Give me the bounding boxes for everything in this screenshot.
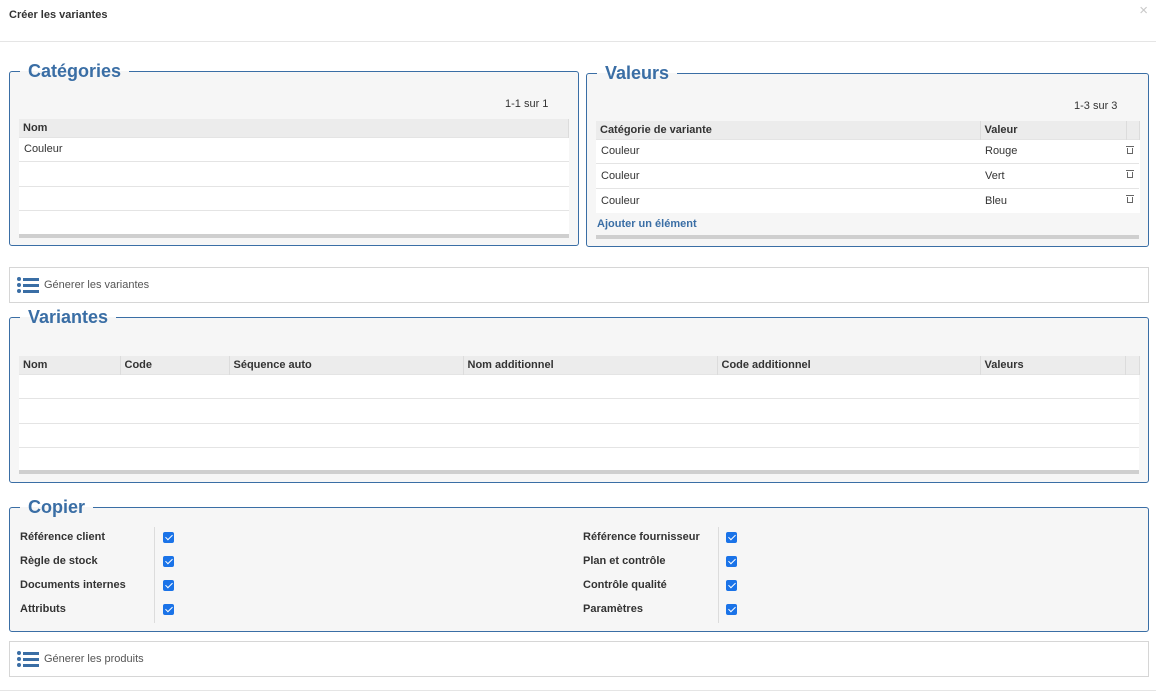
footer-divider	[0, 690, 1156, 691]
table-row[interactable]	[19, 422, 1139, 448]
column-header-nom-additionnel[interactable]: Nom additionnel	[463, 356, 718, 374]
empty-cell	[19, 422, 1139, 448]
table-row[interactable]: Couleur Rouge	[596, 138, 1139, 164]
table-row[interactable]	[19, 398, 1139, 423]
divider	[718, 527, 719, 623]
close-icon[interactable]: ×	[1139, 2, 1148, 20]
list-icon	[17, 651, 39, 667]
copy-label-documents-internes: Documents internes	[20, 579, 126, 591]
generate-products-label: Génerer les produits	[44, 653, 144, 665]
checkbox-plan-et-controle[interactable]	[726, 556, 737, 567]
variant-value-cell: Vert	[980, 163, 1126, 188]
table-row[interactable]	[19, 161, 569, 186]
column-header-valeur[interactable]: Valeur	[980, 121, 1127, 139]
empty-cell	[19, 398, 1139, 423]
generate-variants-button[interactable]: Génerer les variantes	[9, 267, 1149, 303]
copy-label-plan-et-controle: Plan et contrôle	[583, 555, 666, 567]
column-header-code-additionnel[interactable]: Code additionnel	[717, 356, 981, 374]
table-row[interactable]	[19, 210, 569, 235]
categories-grid: Nom Couleur	[19, 119, 569, 238]
generate-products-button[interactable]: Génerer les produits	[9, 641, 1149, 677]
variant-category-cell: Couleur	[596, 187, 980, 213]
variant-value-cell: Rouge	[980, 138, 1126, 164]
copy-label-attributs: Attributs	[20, 603, 66, 615]
checkbox-reference-client[interactable]	[163, 532, 174, 543]
column-header-extra	[1125, 356, 1140, 374]
category-name-cell: Couleur	[19, 136, 569, 162]
generate-variants-label: Génerer les variantes	[44, 279, 150, 291]
variants-legend: Variantes	[28, 307, 109, 327]
table-row[interactable]: Couleur Vert	[596, 163, 1139, 188]
copy-label-parametres: Paramètres	[583, 603, 643, 615]
values-legend: Valeurs	[605, 63, 670, 83]
add-item-link[interactable]: Ajouter un élément	[597, 218, 697, 230]
checkbox-controle-qualite[interactable]	[726, 580, 737, 591]
copy-label-reference-client: Référence client	[20, 531, 105, 543]
table-row[interactable]	[19, 373, 1139, 399]
checkbox-parametres[interactable]	[726, 604, 737, 615]
checkbox-regle-de-stock[interactable]	[163, 556, 174, 567]
copy-label-regle-de-stock: Règle de stock	[20, 555, 98, 567]
values-pager: 1-3 sur 3	[1074, 100, 1118, 112]
variant-value-cell: Bleu	[980, 187, 1126, 213]
table-row[interactable]: Couleur Bleu	[596, 187, 1139, 213]
trash-icon[interactable]	[1126, 169, 1134, 179]
trash-icon[interactable]	[1126, 194, 1134, 204]
categories-legend: Catégories	[28, 61, 122, 81]
dialog-title: Créer les variantes	[9, 9, 108, 21]
values-grid-footer	[596, 235, 1139, 239]
empty-cell	[19, 447, 1139, 472]
dialog-header: Créer les variantes ×	[0, 0, 1156, 42]
trash-icon[interactable]	[1126, 145, 1134, 155]
column-header-nom[interactable]: Nom	[19, 356, 121, 374]
variant-category-cell: Couleur	[596, 163, 980, 188]
checkbox-attributs[interactable]	[163, 604, 174, 615]
variant-category-cell: Couleur	[596, 138, 980, 164]
checkbox-reference-fournisseur[interactable]	[726, 532, 737, 543]
copy-panel: Copier	[9, 496, 1149, 632]
categories-pager: 1-1 sur 1	[505, 98, 549, 110]
column-header-valeurs[interactable]: Valeurs	[980, 356, 1126, 374]
table-row[interactable]	[19, 185, 569, 211]
table-row[interactable]	[19, 447, 1139, 472]
column-header-sequence-auto[interactable]: Séquence auto	[229, 356, 464, 374]
list-icon	[17, 277, 39, 293]
divider	[154, 527, 155, 623]
variants-grid: Nom Code Séquence auto Nom additionnel C…	[19, 356, 1140, 474]
column-header-categorie[interactable]: Catégorie de variante	[596, 121, 981, 139]
empty-cell	[19, 161, 569, 186]
empty-cell	[19, 185, 569, 211]
copy-label-reference-fournisseur: Référence fournisseur	[583, 531, 700, 543]
column-header-nom[interactable]: Nom	[19, 119, 569, 137]
checkbox-documents-internes[interactable]	[163, 580, 174, 591]
column-header-actions	[1126, 121, 1140, 139]
column-header-code[interactable]: Code	[120, 356, 230, 374]
copy-legend: Copier	[28, 497, 86, 517]
empty-cell	[19, 210, 569, 235]
table-row[interactable]: Couleur	[19, 136, 569, 162]
copy-label-controle-qualite: Contrôle qualité	[583, 579, 667, 591]
empty-cell	[19, 373, 1139, 399]
